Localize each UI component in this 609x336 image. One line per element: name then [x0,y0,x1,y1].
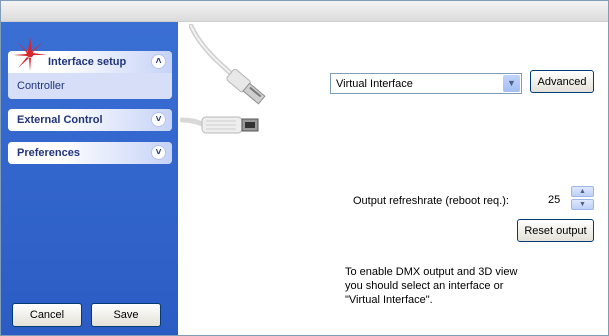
title-bar [1,1,608,22]
refresh-rate-spinner[interactable]: ▲ ▼ [571,186,594,211]
app-window: Interface setup ˄ Controller External Co… [0,0,609,336]
panel-label: Interface setup [48,56,127,68]
info-line: "Virtual Interface". [345,294,433,306]
info-line: To enable DMX output and 3D view [345,266,518,278]
panel-preferences: Preferences ˅ [8,142,172,164]
interface-select-value: Virtual Interface [336,78,413,90]
main-content: Virtual Interface ▼ Advanced Output refr… [179,22,608,335]
info-line: you should select an interface or [345,280,504,292]
panel-body-interface-setup: Controller [8,73,172,99]
chevron-down-icon[interactable]: ▼ [503,75,520,92]
refresh-rate-value[interactable]: 25 [548,194,560,206]
spin-down-icon[interactable]: ▼ [571,199,594,210]
panel-label: External Control [17,114,103,126]
info-text: To enable DMX output and 3D view you sho… [345,265,517,307]
panel-external-control: External Control ˅ [8,109,172,131]
double-chevron-down-icon[interactable]: ˅ [151,145,166,160]
double-chevron-down-icon[interactable]: ˅ [151,112,166,127]
advanced-button[interactable]: Advanced [530,70,594,93]
panel-header-preferences[interactable]: Preferences ˅ [8,142,172,164]
save-button[interactable]: Save [91,303,161,327]
cancel-button[interactable]: Cancel [12,303,82,327]
spin-up-icon[interactable]: ▲ [571,186,594,197]
refresh-rate-label: Output refreshrate (reboot req.): [353,195,509,207]
panel-label: Preferences [17,147,80,159]
sidebar: Interface setup ˄ Controller External Co… [1,22,178,335]
reset-output-button[interactable]: Reset output [517,219,594,242]
interface-select[interactable]: Virtual Interface ▼ [330,73,522,94]
double-chevron-up-icon[interactable]: ˄ [151,54,166,69]
usb-cable-image [189,24,266,105]
usb-connector-image [180,116,259,134]
starburst-logo-icon [13,37,47,71]
sidebar-item-controller[interactable]: Controller [17,80,65,92]
panel-header-external-control[interactable]: External Control ˅ [8,109,172,131]
